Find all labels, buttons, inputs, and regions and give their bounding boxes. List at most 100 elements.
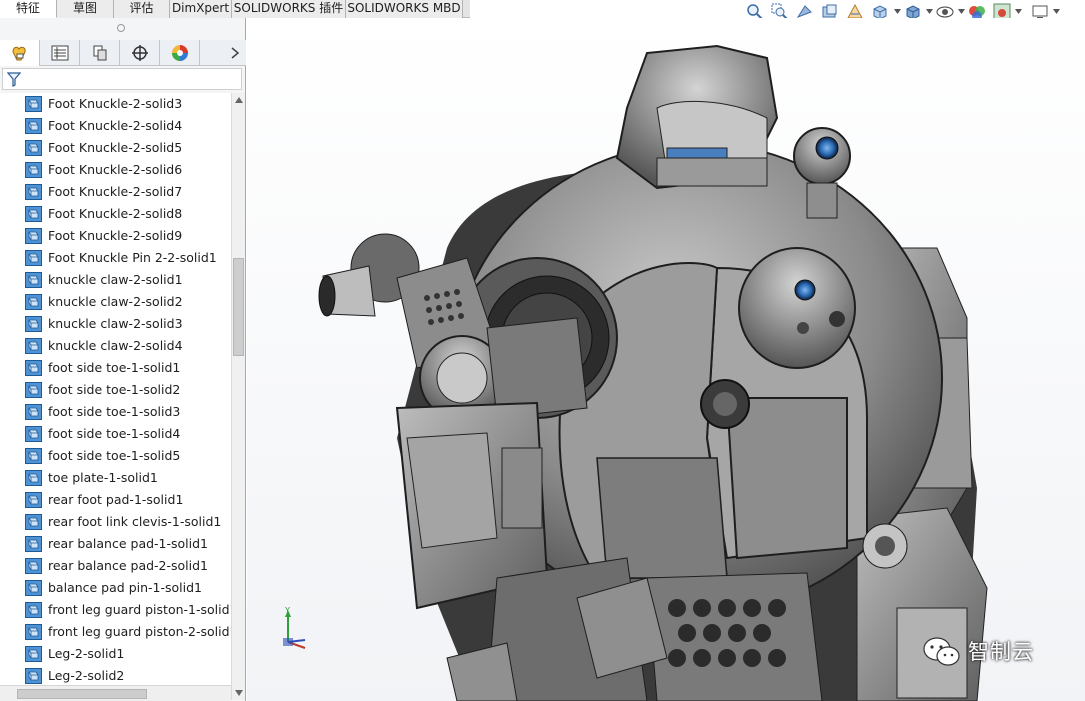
scrollbar-thumb[interactable] [233, 258, 244, 356]
solid-body-icon [25, 668, 42, 684]
solid-body-icon [25, 140, 42, 156]
tree-item[interactable]: knuckle claw-2-solid3 [0, 313, 231, 335]
tree-item-label: Foot Knuckle-2-solid8 [48, 206, 183, 221]
solid-body-icon [25, 602, 42, 618]
chevron-right-icon[interactable] [230, 47, 240, 59]
tree-item[interactable]: Foot Knuckle-2-solid6 [0, 159, 231, 181]
scrollbar-thumb[interactable] [17, 689, 147, 699]
tree-item[interactable]: rear foot link clevis-1-solid1 [0, 511, 231, 533]
tree-item[interactable]: rear balance pad-2-solid1 [0, 555, 231, 577]
tree-item[interactable]: toe plate-1-solid1 [0, 467, 231, 489]
solid-body-icon [25, 382, 42, 398]
tree-item[interactable]: Leg-2-solid1 [0, 643, 231, 665]
tree-item[interactable]: Foot Knuckle-2-solid8 [0, 203, 231, 225]
solid-body-icon [25, 206, 42, 222]
tree-item[interactable]: knuckle claw-2-solid2 [0, 291, 231, 313]
tree-horizontal-scrollbar[interactable] [0, 685, 231, 701]
solid-body-icon [25, 360, 42, 376]
tree-item[interactable]: foot side toe-1-solid4 [0, 423, 231, 445]
command-manager-tabs: 特征 草图 评估 DimXpert SOLIDWORKS 插件 SOLIDWORKS MB… [0, 0, 470, 18]
graphics-viewport[interactable]: Y [247, 18, 1085, 701]
tree-item[interactable]: foot side toe-1-solid5 [0, 445, 231, 467]
tab-display-manager[interactable] [160, 40, 200, 66]
scroll-down-icon[interactable] [235, 690, 243, 696]
robot-model-render[interactable] [247, 18, 1085, 701]
wechat-logo-icon [923, 637, 960, 666]
solid-body-icon [25, 492, 42, 508]
tree-item-label: foot side toe-1-solid2 [48, 382, 181, 397]
tree-item[interactable]: front leg guard piston-1-solid1 [0, 599, 231, 621]
tree-item[interactable]: front leg guard piston-2-solid1 [0, 621, 231, 643]
tree-item-label: front leg guard piston-1-solid1 [48, 602, 231, 617]
tree-item[interactable]: Leg-2-solid2 [0, 665, 231, 687]
tab-2[interactable]: 草图 [57, 0, 114, 18]
tree-item-label: front leg guard piston-2-solid1 [48, 624, 231, 639]
tree-item-label: knuckle claw-2-solid2 [48, 294, 183, 309]
chevron-down-icon[interactable] [1015, 9, 1022, 15]
tree-item[interactable]: knuckle claw-2-solid1 [0, 269, 231, 291]
tree-item[interactable]: balance pad pin-1-solid1 [0, 577, 231, 599]
solid-body-icon [25, 162, 42, 178]
tree-vertical-scrollbar[interactable] [231, 93, 245, 700]
chevron-down-icon[interactable] [894, 9, 901, 15]
scroll-up-icon[interactable] [235, 97, 243, 103]
chevron-down-icon[interactable] [1053, 9, 1060, 15]
feature-tree: Foot Knuckle-2-solid3 Foot Knuckle-2-soli… [0, 93, 231, 700]
tab-5[interactable]: SOLIDWORKS 插件 [232, 0, 346, 18]
tab-6[interactable]: SOLIDWORKS MBD [346, 0, 463, 18]
tree-item-label: foot side toe-1-solid3 [48, 404, 181, 419]
solid-body-icon [25, 118, 42, 134]
tree-item-label: foot side toe-1-solid4 [48, 426, 181, 441]
tree-item-label: Foot Knuckle-2-solid4 [48, 118, 183, 133]
solid-body-icon [25, 514, 42, 530]
tree-item[interactable]: rear foot pad-1-solid1 [0, 489, 231, 511]
tree-item-label: rear balance pad-2-solid1 [48, 558, 209, 573]
tree-item-label: foot side toe-1-solid1 [48, 360, 181, 375]
chevron-down-icon[interactable] [958, 9, 965, 15]
solid-body-icon [25, 250, 42, 266]
solid-body-icon [25, 470, 42, 486]
tree-item-label: Foot Knuckle-2-solid7 [48, 184, 183, 199]
tree-item[interactable]: Foot Knuckle-2-solid7 [0, 181, 231, 203]
property-manager-icon [51, 45, 68, 61]
solid-body-icon [25, 646, 42, 662]
tree-item-label: balance pad pin-1-solid1 [48, 580, 202, 595]
tree-item[interactable]: Foot Knuckle-2-solid4 [0, 115, 231, 137]
tab-4[interactable]: DimXpert [170, 0, 232, 18]
solid-body-icon [25, 624, 42, 640]
tree-item[interactable]: Foot Knuckle-2-solid3 [0, 93, 231, 115]
tree-item[interactable]: Foot Knuckle-2-solid5 [0, 137, 231, 159]
filter-icon [7, 72, 21, 87]
tree-item-label: Foot Knuckle-2-solid5 [48, 140, 183, 155]
panel-grip-icon[interactable] [117, 24, 125, 32]
tree-item[interactable]: rear balance pad-1-solid1 [0, 533, 231, 555]
solid-body-icon [25, 272, 42, 288]
tree-item[interactable]: foot side toe-1-solid1 [0, 357, 231, 379]
tab-configuration-manager[interactable] [80, 40, 120, 66]
tree-item-label: foot side toe-1-solid5 [48, 448, 181, 463]
tree-filter-box[interactable] [2, 68, 242, 90]
solid-body-icon [25, 184, 42, 200]
chevron-down-icon[interactable] [926, 9, 933, 15]
tree-item-label: toe plate-1-solid1 [48, 470, 158, 485]
solid-body-icon [25, 426, 42, 442]
configuration-manager-icon [93, 45, 106, 61]
tree-item-label: Leg-2-solid2 [48, 668, 125, 683]
display-manager-icon [171, 45, 188, 61]
tree-item[interactable]: foot side toe-1-solid2 [0, 379, 231, 401]
tree-item[interactable]: knuckle claw-2-solid4 [0, 335, 231, 357]
solid-body-icon [25, 404, 42, 420]
tree-item[interactable]: foot side toe-1-solid3 [0, 401, 231, 423]
solid-body-icon [25, 536, 42, 552]
tab-dimxpert-manager[interactable] [120, 40, 160, 66]
watermark-text: 智制云 [968, 640, 1034, 664]
tab-property-manager[interactable] [40, 40, 80, 66]
tree-item[interactable]: Foot Knuckle Pin 2-2-solid1 [0, 247, 231, 269]
tree-item-label: rear balance pad-1-solid1 [48, 536, 209, 551]
tab-3[interactable]: 评估 [114, 0, 170, 18]
solid-body-icon [25, 448, 42, 464]
tree-item[interactable]: Foot Knuckle-2-solid9 [0, 225, 231, 247]
tree-item-label: Leg-2-solid1 [48, 646, 125, 661]
tab-1[interactable]: 特征 [0, 0, 57, 18]
tab-feature-manager[interactable] [0, 40, 40, 66]
